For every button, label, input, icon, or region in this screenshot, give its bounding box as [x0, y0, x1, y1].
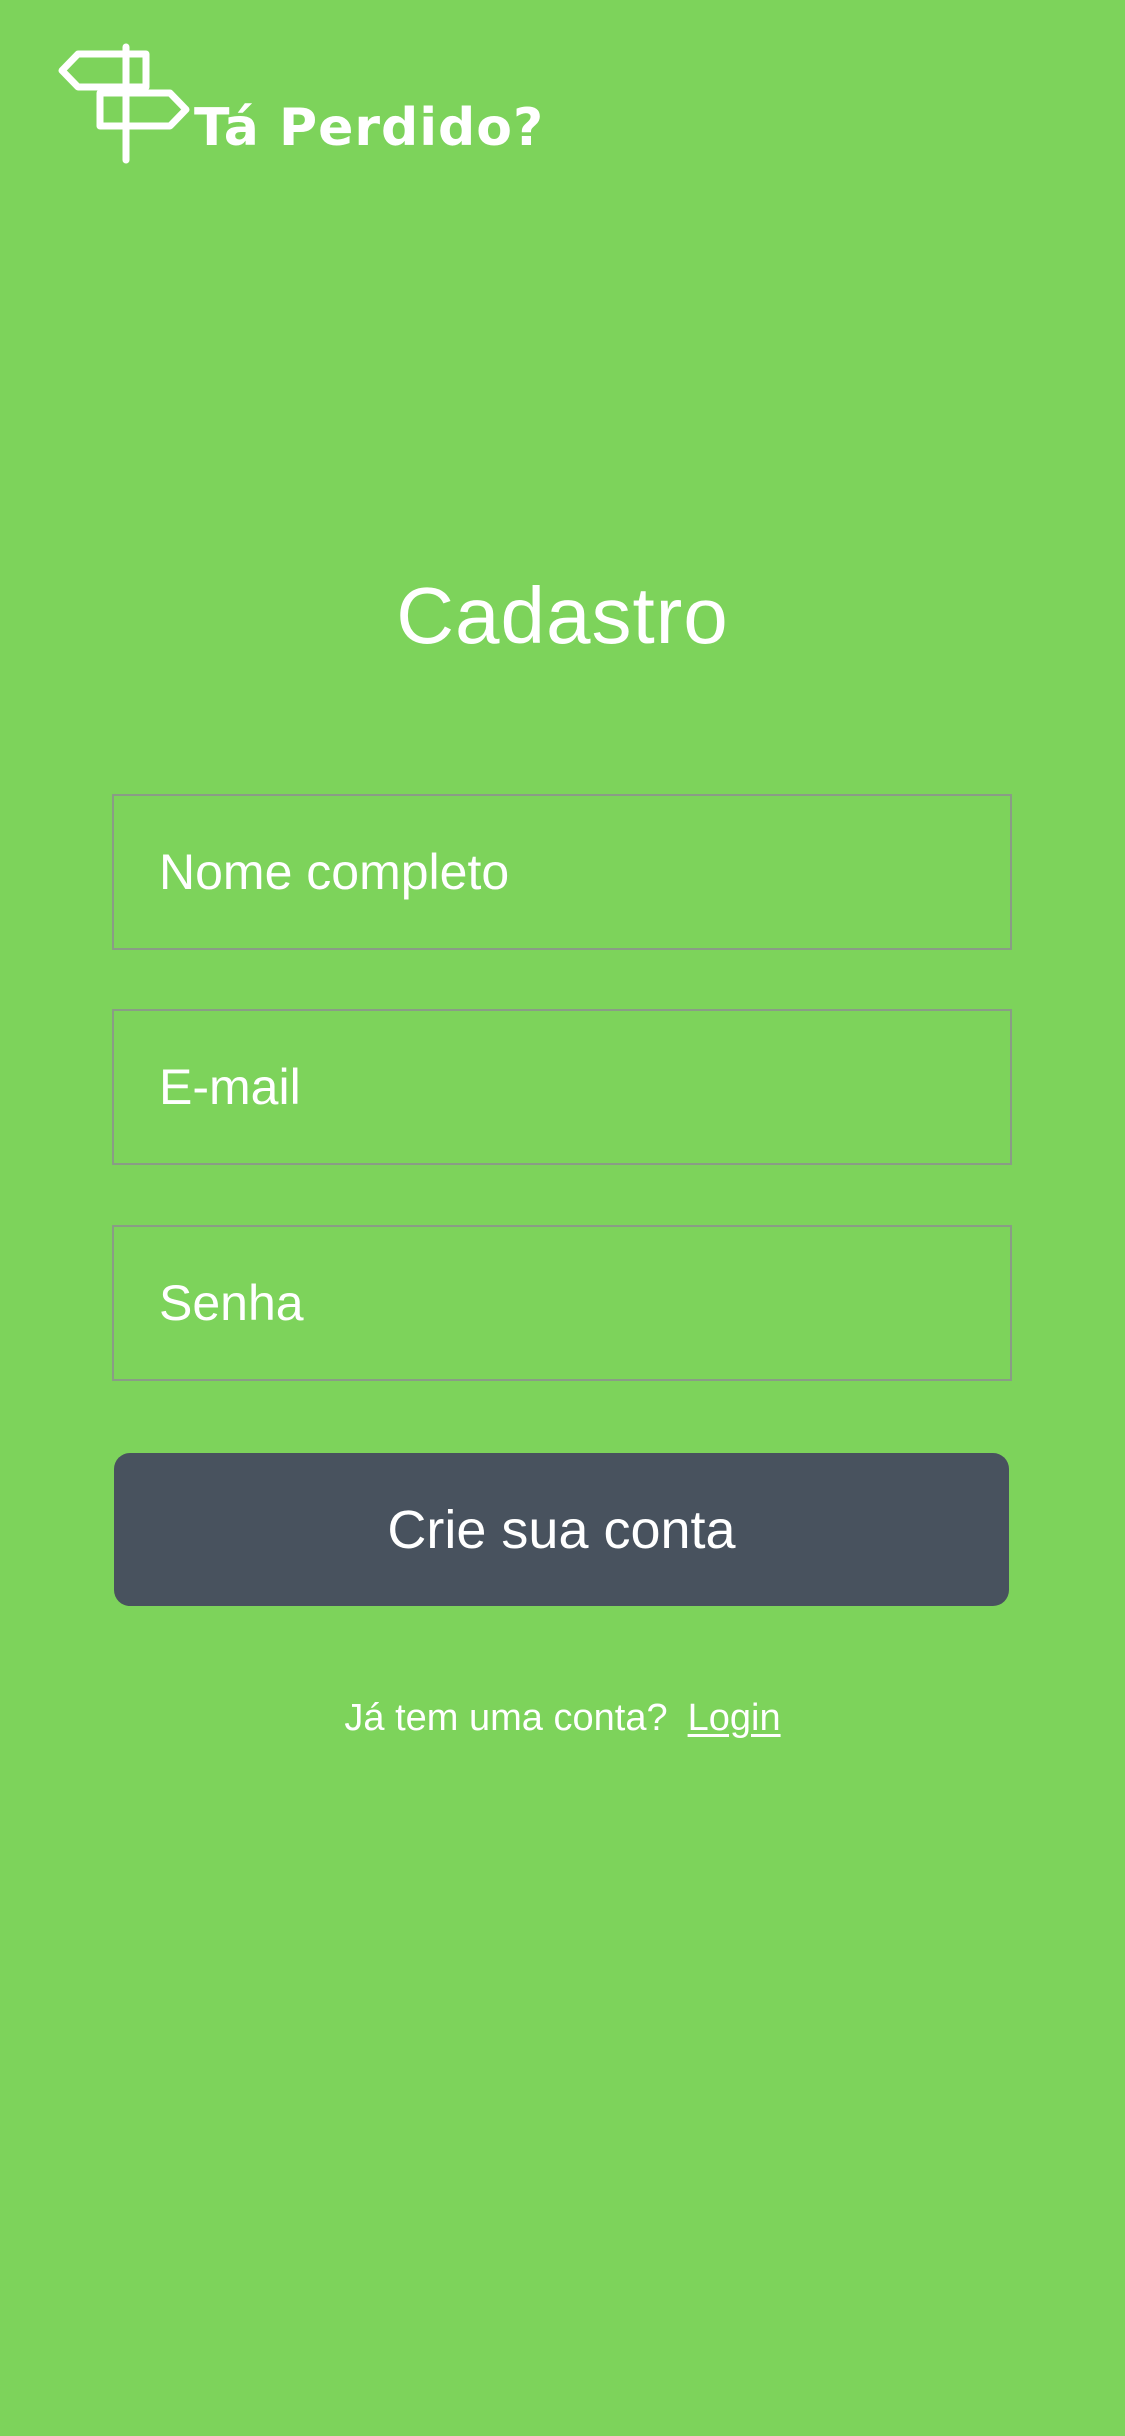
- app-header: Tá Perdido?: [58, 42, 578, 166]
- password-field[interactable]: [112, 1225, 1012, 1381]
- app-brand-name: Tá Perdido?: [194, 98, 545, 158]
- password-input[interactable]: [114, 1227, 1010, 1379]
- email-input[interactable]: [114, 1011, 1010, 1163]
- login-question: Já tem uma conta?: [344, 1697, 668, 1739]
- login-prompt: Já tem uma conta? Login: [0, 1696, 1125, 1742]
- email-field[interactable]: [112, 1009, 1012, 1165]
- full-name-field[interactable]: [112, 794, 1012, 950]
- create-account-button[interactable]: Crie sua conta: [114, 1453, 1009, 1606]
- page-title: Cadastro: [396, 571, 729, 660]
- signpost-icon: [58, 43, 190, 164]
- full-name-input[interactable]: [114, 796, 1010, 948]
- login-link[interactable]: Login: [688, 1697, 781, 1739]
